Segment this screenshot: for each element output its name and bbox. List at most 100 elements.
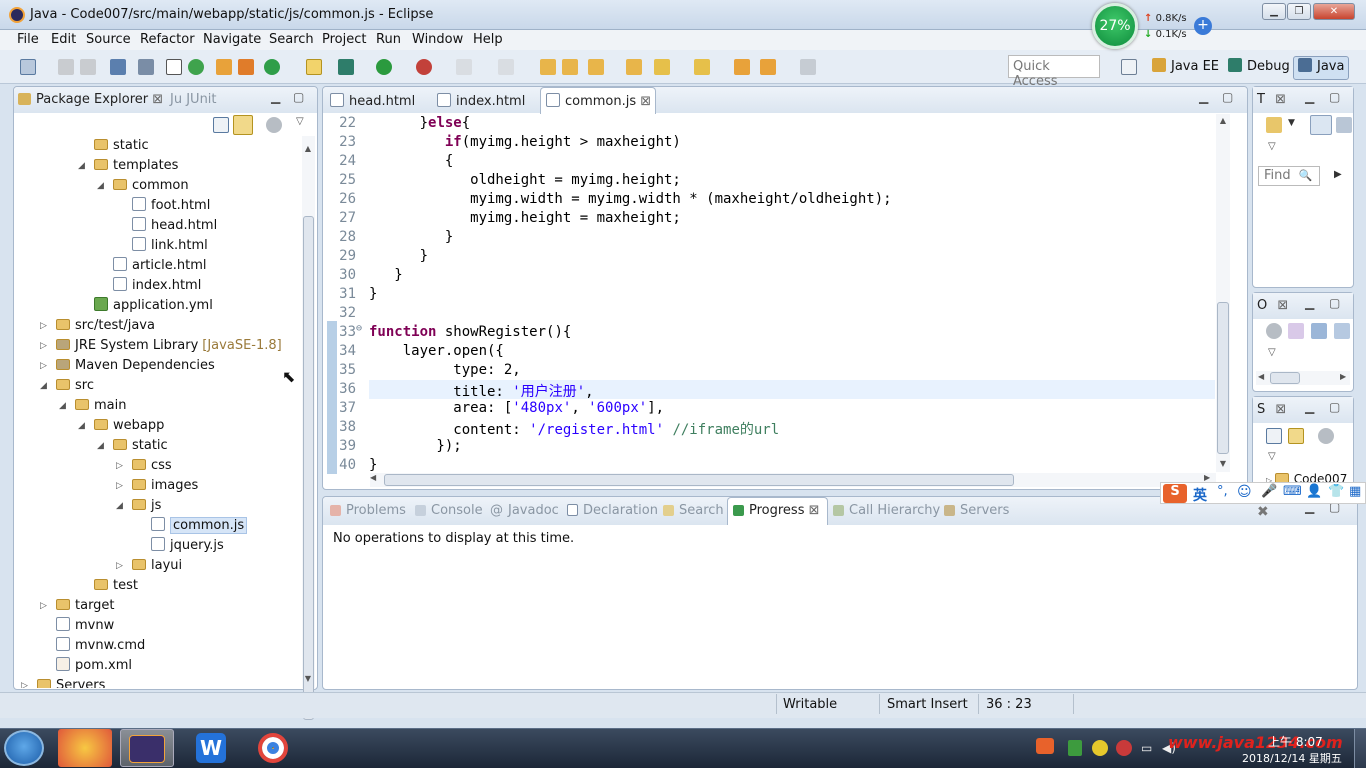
taskbar-app-wps-icon[interactable]: W	[184, 729, 238, 767]
tree-item[interactable]: ◢ js	[116, 496, 161, 516]
keyboard-icon[interactable]: ⌨	[1283, 484, 1302, 499]
tree-item[interactable]: link.html	[132, 236, 208, 256]
editor-tab-index-html[interactable]: index.html	[437, 93, 525, 109]
minimize-view-icon[interactable]: ▁	[271, 90, 280, 104]
minimize-view-icon[interactable]: ▁	[1305, 90, 1314, 104]
open-type-icon[interactable]	[540, 59, 556, 75]
taskbar-app-eclipse-icon[interactable]	[120, 729, 174, 767]
open-resource-icon[interactable]	[562, 59, 578, 75]
tree-item[interactable]: ◢ static	[97, 436, 168, 456]
spring-icon[interactable]	[188, 59, 204, 75]
find-input[interactable]: Find 🔍	[1258, 166, 1320, 186]
tree-item[interactable]: article.html	[113, 256, 207, 276]
maximize-view-icon[interactable]: ▢	[293, 90, 304, 104]
perspective-java-ee[interactable]: Java EE	[1152, 58, 1219, 74]
tab-call-hierarchy[interactable]: Call Hierarchy	[833, 503, 940, 518]
view-menu-chevron-down-icon[interactable]: ▽	[296, 116, 304, 127]
tab-package-explorer[interactable]: Package Explorer ⊠	[18, 92, 163, 107]
collapse-all-icon[interactable]	[213, 117, 229, 133]
emoji-icon[interactable]: ☺	[1237, 484, 1252, 500]
network-speed-widget[interactable]: 27% ↑ 0.8K/s ↓ 0.1K/s +	[1092, 3, 1214, 49]
server-icon[interactable]	[216, 59, 232, 75]
editor-tab-head-html[interactable]: head.html	[330, 93, 415, 109]
outline-scrollbar[interactable]: ◀ ▶	[1256, 371, 1350, 385]
collapse-arrow-icon[interactable]: ◢	[78, 156, 85, 176]
minimize-editor-icon[interactable]: ▁	[1199, 90, 1208, 104]
code-editor[interactable]: 22 }else{23 if(myimg.height > maxheight)…	[326, 112, 1216, 474]
tree-item[interactable]: ▷ JRE System Library [JavaSE-1.8]	[40, 336, 282, 356]
minimize-view-icon[interactable]: ▁	[1305, 400, 1314, 414]
fold-toggle-icon[interactable]: ⊖	[356, 323, 362, 334]
tree-item[interactable]: ◢ templates	[78, 156, 178, 176]
editor-horizontal-scrollbar[interactable]: ◀ ▶	[370, 473, 1216, 487]
microphone-icon[interactable]: 🎤	[1261, 484, 1277, 499]
clock-time[interactable]: 上午 8:07	[1268, 733, 1323, 750]
collapse-arrow-icon[interactable]: ◢	[97, 176, 104, 196]
maximize-view-icon[interactable]: ▢	[1329, 90, 1340, 104]
tray-network-icon[interactable]: ▭	[1141, 741, 1152, 755]
collapse-arrow-icon[interactable]: ◢	[40, 376, 47, 396]
stop-icon[interactable]	[456, 59, 472, 75]
expand-arrow-icon[interactable]: ▷	[40, 596, 47, 616]
save-all-icon[interactable]	[80, 59, 96, 75]
tray-plus-icon[interactable]	[1092, 740, 1108, 756]
tree-item[interactable]: ▷ images	[116, 476, 198, 496]
tree-item[interactable]: ▷ Maven Dependencies	[40, 356, 215, 376]
expand-arrow-icon[interactable]: ▷	[116, 556, 123, 576]
tree-item[interactable]: ◢ main	[59, 396, 126, 416]
expand-arrow-icon[interactable]: ▷	[40, 356, 47, 376]
tab-progress[interactable]: Progress ⊠	[733, 503, 820, 518]
start-button[interactable]	[4, 730, 44, 766]
maximize-view-icon[interactable]: ▢	[1329, 296, 1340, 310]
tree-item[interactable]: static	[94, 136, 149, 156]
tray-sogou-icon[interactable]	[1036, 738, 1054, 754]
editor-tab-common-js[interactable]: common.js ⊠	[546, 93, 651, 109]
expand-arrow-icon[interactable]: ▷	[116, 456, 123, 476]
tab-declaration[interactable]: Declaration	[567, 503, 658, 518]
chevron-down-icon[interactable]: ▼	[1288, 118, 1295, 128]
tree-item[interactable]: ▷ target	[40, 596, 115, 616]
punctuation-icon[interactable]: °,	[1217, 484, 1228, 499]
tree-item[interactable]: common.js	[151, 516, 248, 536]
chevron-right-icon[interactable]: ▶	[1334, 169, 1342, 180]
navigator-tab[interactable]: S ⊠	[1257, 402, 1286, 417]
tree-item[interactable]: ▷ Servers	[21, 676, 105, 688]
filter-icon[interactable]	[1318, 428, 1334, 444]
expand-arrow-icon[interactable]: ▷	[40, 316, 47, 336]
tree-item[interactable]: mvnw.cmd	[56, 636, 145, 656]
close-icon[interactable]: ⊠	[640, 94, 651, 109]
disconnect-icon[interactable]	[498, 59, 514, 75]
close-icon[interactable]: ⊠	[1275, 402, 1286, 417]
view-menu-chevron-down-icon[interactable]: ▽	[1268, 347, 1276, 358]
skin-icon[interactable]: 👕	[1328, 484, 1344, 499]
quick-access-input[interactable]: Quick Access	[1008, 55, 1100, 89]
menu-run[interactable]: Run	[376, 32, 401, 47]
taskbar-app-chrome-icon[interactable]	[246, 729, 300, 767]
task-list-tab[interactable]: T ⊠	[1257, 92, 1286, 107]
categorized-icon[interactable]	[1310, 115, 1332, 135]
back-icon[interactable]	[760, 59, 776, 75]
forward-icon[interactable]	[800, 59, 816, 75]
refresh-icon[interactable]	[264, 59, 280, 75]
remove-all-icon[interactable]: ✖	[1257, 504, 1269, 520]
tree-item[interactable]: ◢ common	[97, 176, 189, 196]
tree-item[interactable]: mvnw	[56, 616, 114, 636]
last-edit-icon[interactable]	[734, 59, 750, 75]
minimize-view-icon[interactable]: ▁	[1305, 296, 1314, 310]
menu-window[interactable]: Window	[412, 32, 463, 47]
collapse-arrow-icon[interactable]: ◢	[116, 496, 123, 516]
tree-item[interactable]: foot.html	[132, 196, 210, 216]
collapse-all-icon[interactable]	[1266, 428, 1282, 444]
tree-item[interactable]: ◢ webapp	[78, 416, 164, 436]
tree-item[interactable]: test	[94, 576, 138, 596]
tree-item[interactable]: application.yml	[94, 296, 213, 316]
hide-static-icon[interactable]	[1334, 323, 1350, 339]
link-with-editor-icon[interactable]	[1288, 428, 1304, 444]
external-tools-icon[interactable]	[416, 59, 432, 75]
expand-arrow-icon[interactable]: ▷	[116, 476, 123, 496]
tree-item[interactable]: ◢ src	[40, 376, 94, 396]
filter-icon[interactable]	[266, 117, 282, 133]
view-menu-chevron-down-icon[interactable]: ▽	[1268, 141, 1276, 152]
prev-annotation-icon[interactable]	[694, 59, 710, 75]
tree-item[interactable]: ▷ layui	[116, 556, 182, 576]
